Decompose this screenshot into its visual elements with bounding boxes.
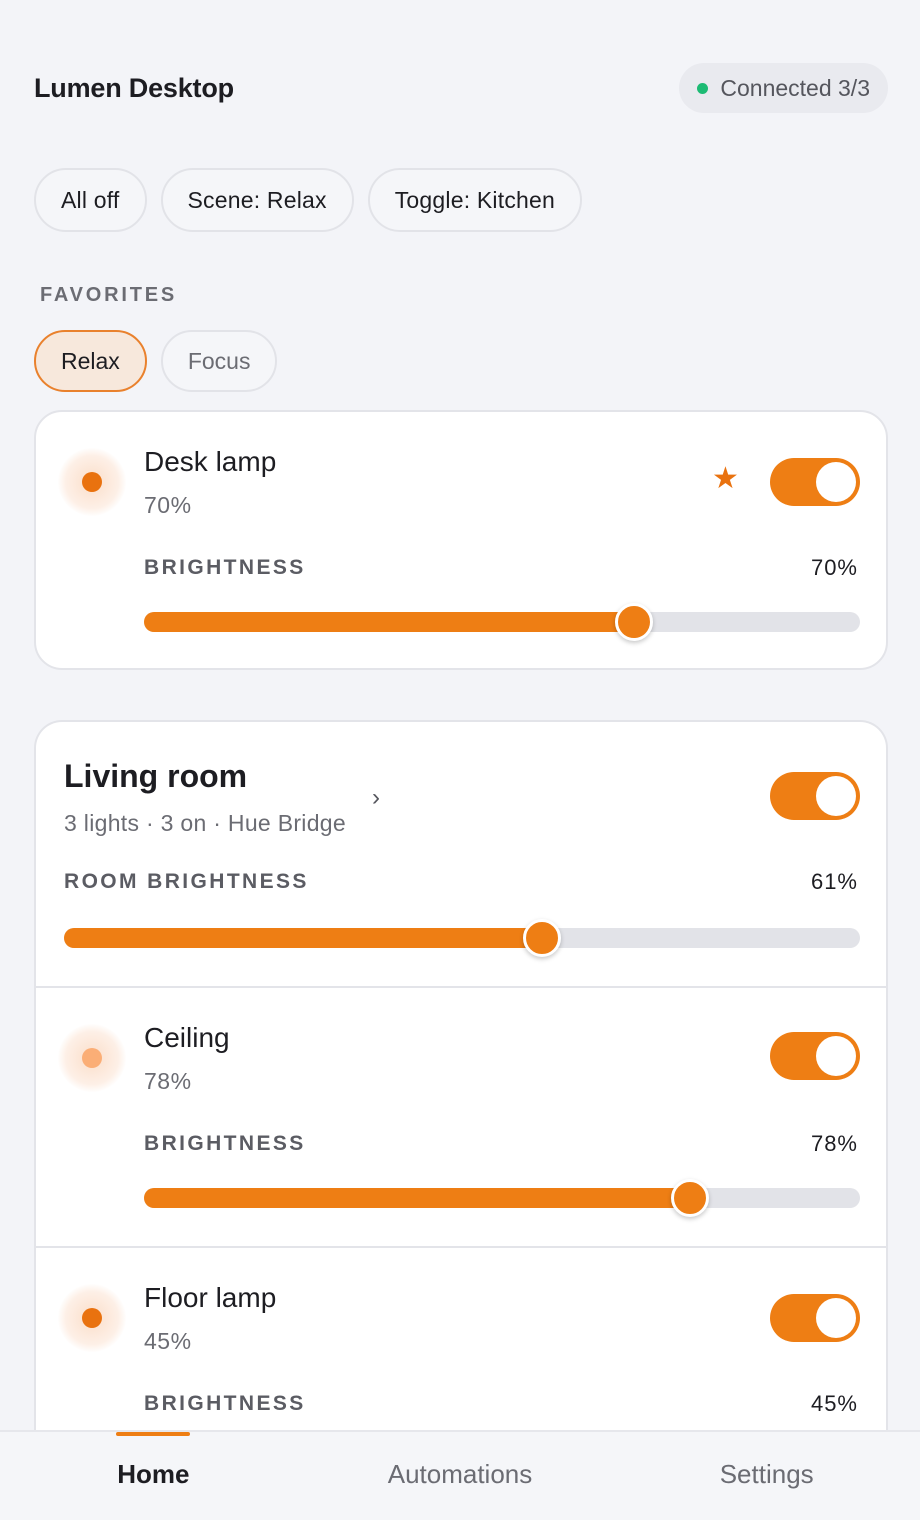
toggle-knob	[816, 1036, 856, 1076]
all-off-button[interactable]: All off	[34, 168, 147, 232]
light-name: Desk lamp	[144, 446, 277, 477]
ceiling-brightness-slider[interactable]	[144, 1179, 860, 1217]
tab-label: Settings	[719, 1458, 814, 1489]
room-brightness-slider[interactable]	[64, 919, 860, 957]
app-header: Lumen Desktop Connected 3/3	[34, 62, 888, 114]
brightness-label: BRIGHTNESS	[144, 556, 306, 579]
light-level: 78%	[144, 1068, 192, 1094]
favorite-chip-focus[interactable]: Focus	[160, 330, 278, 392]
favorite-chip-relax[interactable]: Relax	[34, 330, 147, 392]
chevron-right-icon[interactable]: ›	[372, 784, 380, 812]
toggle-kitchen-button[interactable]: Toggle: Kitchen	[367, 168, 582, 232]
tab-home[interactable]: Home	[0, 1432, 307, 1520]
room-card-living-room: Living room 3 lights · 3 on · Hue Bridge…	[34, 720, 888, 1480]
room-header: Living room 3 lights · 3 on · Hue Bridge…	[36, 722, 886, 986]
light-name: Ceiling	[144, 1022, 230, 1053]
brightness-label: BRIGHTNESS	[144, 1132, 306, 1155]
room-toggle[interactable]	[770, 772, 860, 820]
quick-actions: All off Scene: Relax Toggle: Kitchen	[34, 168, 582, 232]
bulb-icon	[58, 1024, 126, 1092]
slider-fill	[144, 612, 635, 632]
ceiling-toggle[interactable]	[770, 1032, 860, 1080]
bulb-icon	[58, 448, 126, 516]
light-row-desk-lamp: Desk lamp 70% ★ BRIGHTNESS 70%	[36, 412, 886, 670]
light-level: 45%	[144, 1328, 192, 1354]
tab-settings[interactable]: Settings	[613, 1432, 920, 1520]
scene-relax-button[interactable]: Scene: Relax	[160, 168, 354, 232]
slider-fill	[64, 928, 542, 948]
connection-status-text: Connected 3/3	[720, 74, 870, 101]
light-name: Floor lamp	[144, 1282, 277, 1313]
room-brightness-label: ROOM BRIGHTNESS	[64, 870, 309, 893]
slider-thumb[interactable]	[670, 1179, 709, 1217]
toggle-knob	[816, 776, 856, 816]
toggle-knob	[816, 1298, 856, 1338]
tab-label: Automations	[387, 1458, 533, 1489]
favorites-heading: FAVORITES	[40, 284, 178, 306]
slider-thumb[interactable]	[522, 919, 561, 957]
bottom-tab-bar: Home Automations Settings	[0, 1430, 920, 1520]
star-icon[interactable]: ★	[712, 464, 739, 494]
brightness-value: 45%	[810, 1391, 858, 1416]
slider-thumb[interactable]	[615, 603, 654, 641]
tab-automations[interactable]: Automations	[307, 1432, 614, 1520]
bulb-icon	[58, 1284, 126, 1352]
room-meta: 3 lights · 3 on · Hue Bridge	[64, 810, 346, 836]
tab-label: Home	[117, 1458, 190, 1489]
favorite-light-card: Desk lamp 70% ★ BRIGHTNESS 70%	[34, 410, 888, 670]
room-brightness-value: 61%	[810, 869, 858, 894]
desk-lamp-toggle[interactable]	[770, 458, 860, 506]
floor-lamp-toggle[interactable]	[770, 1294, 860, 1342]
slider-fill	[144, 1188, 690, 1208]
light-row-ceiling: Ceiling 78% BRIGHTNESS 78%	[36, 988, 886, 1246]
favorites-chips: Relax Focus	[34, 330, 278, 392]
brightness-value: 78%	[810, 1131, 858, 1156]
brightness-value: 70%	[810, 555, 858, 580]
room-title[interactable]: Living room	[64, 758, 247, 795]
tab-active-indicator	[116, 1432, 191, 1436]
status-dot-icon	[697, 82, 709, 94]
toggle-knob	[816, 462, 856, 502]
app-title: Lumen Desktop	[34, 72, 234, 103]
brightness-label: BRIGHTNESS	[144, 1392, 306, 1415]
desk-lamp-brightness-slider[interactable]	[144, 603, 860, 641]
light-level: 70%	[144, 492, 192, 518]
connection-status-badge[interactable]: Connected 3/3	[679, 63, 888, 113]
